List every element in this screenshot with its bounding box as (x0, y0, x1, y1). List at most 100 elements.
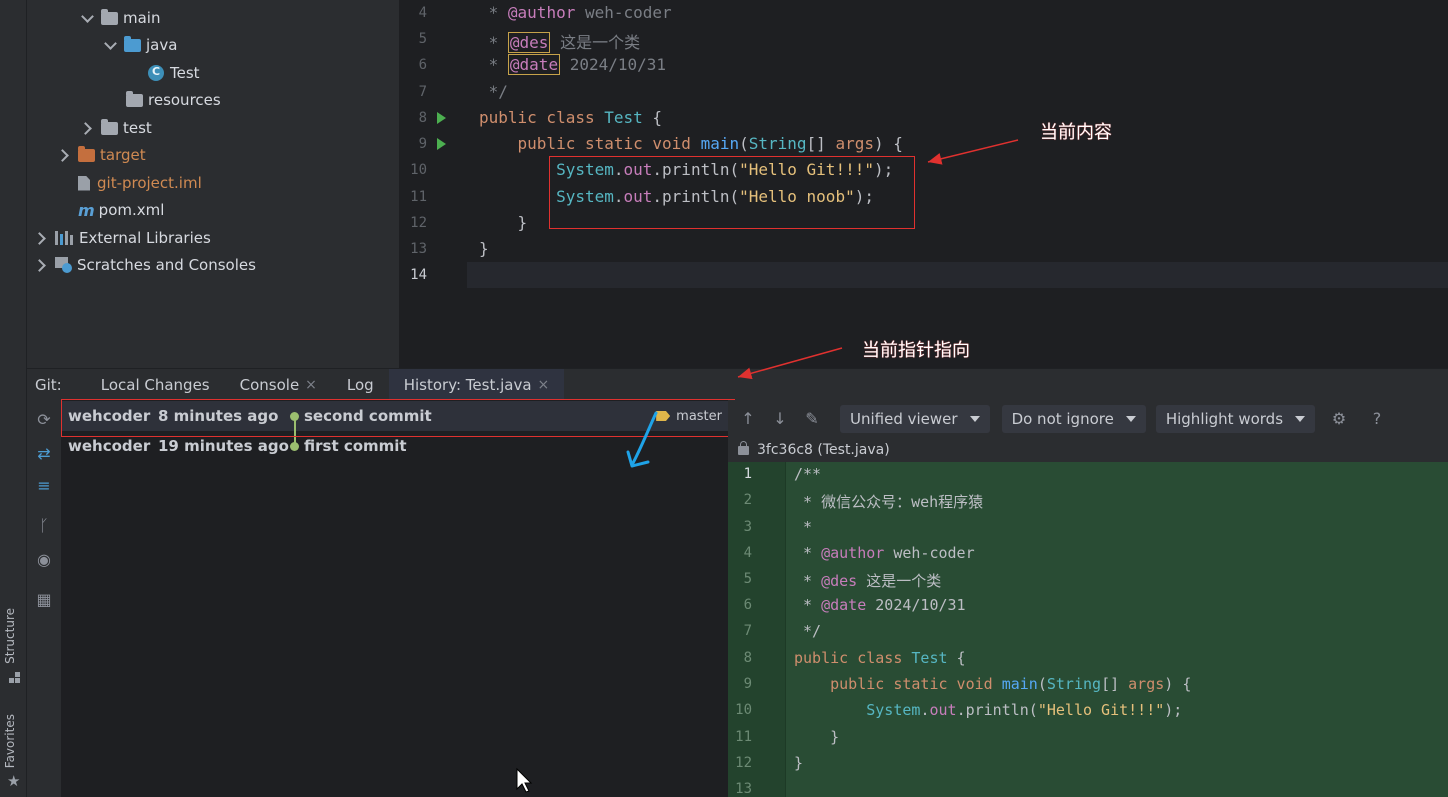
tree-item-test-class[interactable]: C Test (148, 60, 200, 86)
viewer-dropdown[interactable]: Unified viewer (840, 405, 990, 433)
code-line-5: * @des 这是一个类 (479, 32, 641, 53)
close-icon[interactable]: × (538, 377, 550, 393)
left-tool-strip: Structure Favorites ★ (0, 0, 27, 797)
diff-file-header: 3fc36c8 (Test.java) (728, 438, 1448, 462)
structure-tab[interactable]: Structure (3, 608, 17, 664)
tree-item-main[interactable]: main (79, 5, 160, 31)
diff-line-6: * @date 2024/10/31 (794, 596, 966, 614)
current-line-highlight (467, 262, 1448, 288)
tab-local-changes[interactable]: Local Changes (86, 369, 225, 401)
tree-item-pom[interactable]: m pom.xml (78, 197, 164, 223)
line-number: 8 (418, 110, 427, 126)
line-number: 12 (735, 755, 752, 771)
diff-revision-label: 3fc36c8 (Test.java) (757, 442, 890, 458)
arrow-down-icon[interactable]: ↓ (770, 409, 790, 429)
diff-line-8: public class Test { (794, 649, 966, 667)
tree-item-resources[interactable]: resources (126, 87, 221, 113)
tree-item-label: java (146, 36, 178, 54)
layout-icon[interactable]: ▦ (34, 590, 54, 610)
highlight-dropdown[interactable]: Highlight words (1155, 405, 1316, 433)
tree-item-target[interactable]: target (56, 142, 146, 168)
eye-icon[interactable]: ◉ (34, 550, 54, 570)
structure-icon (9, 672, 20, 684)
ignore-dropdown[interactable]: Do not ignore (1001, 405, 1146, 433)
line-number: 5 (418, 31, 427, 47)
line-number: 6 (743, 597, 752, 613)
java-class-icon: C (148, 65, 164, 81)
line-number: 13 (735, 781, 752, 797)
tree-item-label: pom.xml (98, 201, 165, 219)
tree-item-label: resources (148, 91, 221, 109)
edit-icon[interactable]: ✎ (802, 409, 822, 429)
current-pointer-highlight-box (61, 399, 735, 437)
chevron-down-icon[interactable] (102, 37, 118, 53)
tree-item-iml[interactable]: git-project.iml (78, 170, 202, 196)
commit-history-list: wehcoder 8 minutes ago second commit mas… (61, 400, 728, 797)
chevron-right-icon[interactable] (79, 120, 95, 136)
line-number: 7 (743, 623, 752, 639)
tree-item-java[interactable]: java (102, 32, 177, 58)
diff-line-1: /** (794, 465, 822, 483)
diff-line-11: } (794, 728, 840, 746)
line-number: 3 (743, 519, 752, 535)
code-line-9: public static void main(String[] args) { (479, 134, 903, 153)
line-number: 4 (418, 5, 427, 21)
tree-item-label: target (100, 146, 146, 164)
chevron-right-icon[interactable] (33, 257, 49, 273)
tree-item-external-libraries[interactable]: External Libraries (33, 225, 211, 251)
tab-history-test-java[interactable]: History: Test.java × (388, 368, 565, 401)
line-number: 9 (743, 676, 752, 692)
commit-time: 19 minutes ago (158, 437, 289, 455)
code-line-12: } (479, 213, 528, 232)
chevron-right-icon[interactable] (33, 230, 49, 246)
tab-log[interactable]: Log (332, 369, 389, 401)
help-icon[interactable]: ? (1367, 409, 1387, 429)
diff-content[interactable]: 1 2 3 4 5 6 7 8 9 10 11 12 13 /** * 微信公众… (728, 462, 1448, 797)
code-line-8: public class Test { (479, 108, 663, 127)
project-tree: main java C Test resources test target g… (27, 0, 399, 368)
close-icon[interactable]: × (305, 377, 317, 393)
diff-line-9: public static void main(String[] args) { (794, 675, 1192, 693)
code-line-6: * @date 2024/10/31 (479, 54, 667, 75)
line-number: 5 (743, 571, 752, 587)
compare-icon[interactable]: ⇄ (34, 444, 54, 464)
diff-toolbar: ↑ ↓ ✎ Unified viewer Do not ignore Highl… (728, 400, 1448, 438)
line-number: 10 (410, 162, 427, 178)
refresh-icon[interactable]: ⟳ (34, 410, 54, 430)
chevron-right-icon[interactable] (56, 147, 72, 163)
line-number: 4 (743, 545, 752, 561)
folder-icon (101, 8, 118, 25)
excluded-folder-icon (78, 145, 95, 162)
diff-line-3: * (794, 518, 813, 536)
library-icon (55, 231, 73, 245)
branch-icon[interactable]: ᚴ (34, 516, 54, 536)
line-number: 7 (418, 84, 427, 100)
line-number: 6 (418, 57, 427, 73)
tab-console[interactable]: Console × (225, 369, 332, 401)
diff-line-2: * 微信公众号：weh程序猿 (794, 493, 984, 511)
line-number: 10 (735, 702, 752, 718)
diff-line-5: * @des 这是一个类 (794, 572, 942, 590)
line-number: 13 (410, 241, 427, 257)
caret-down-icon (1295, 416, 1306, 422)
chevron-down-icon[interactable] (79, 10, 95, 26)
favorites-tab[interactable]: Favorites (3, 714, 17, 768)
module-file-icon (78, 175, 90, 191)
compare-with-local-icon[interactable]: ≡ (34, 476, 54, 496)
run-main-icon[interactable] (437, 138, 446, 150)
tree-item-test[interactable]: test (79, 115, 152, 141)
arrow-up-icon[interactable]: ↑ (738, 409, 758, 429)
folder-icon (101, 118, 118, 135)
resources-folder-icon (126, 90, 143, 107)
favorites-tab-label: Favorites (3, 714, 17, 769)
tree-item-scratches[interactable]: Scratches and Consoles (33, 252, 256, 278)
diff-gutter: 1 2 3 4 5 6 7 8 9 10 11 12 13 (728, 462, 786, 797)
run-class-icon[interactable] (437, 112, 446, 124)
history-side-toolbar: ⟳ ⇄ ≡ ᚴ ◉ ▦ (27, 400, 61, 797)
code-line-13: } (479, 239, 489, 258)
star-icon: ★ (7, 772, 21, 790)
tree-item-label: Scratches and Consoles (77, 256, 256, 274)
code-editor[interactable]: 4 5 6 7 8 9 10 11 12 13 14 * @author weh… (399, 0, 1448, 368)
line-number: 9 (418, 136, 427, 152)
gear-icon[interactable]: ⚙ (1329, 409, 1349, 429)
